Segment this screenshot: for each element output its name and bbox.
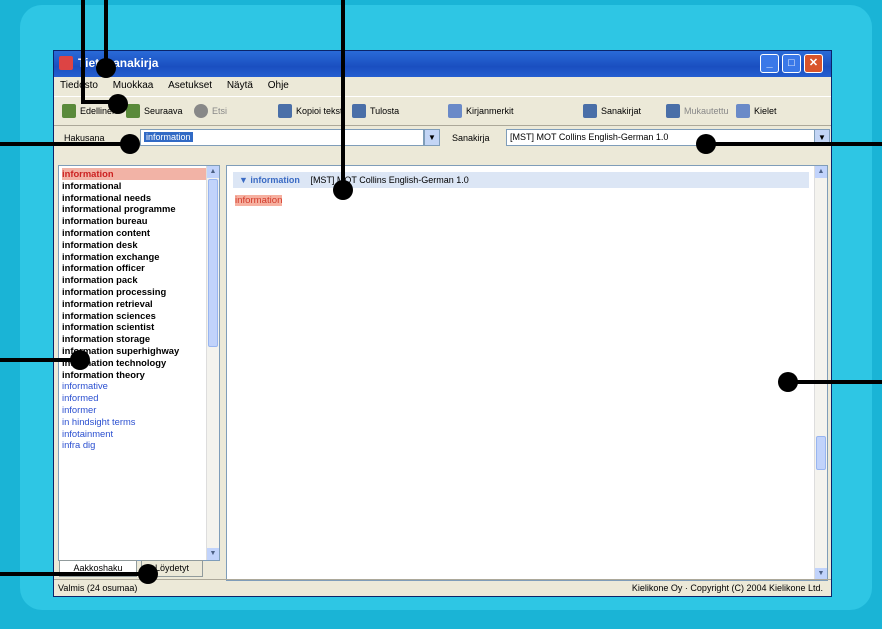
callout-line-7 (786, 380, 882, 384)
callout-dot-tabs (138, 564, 158, 584)
entry-scrollbar[interactable]: ▲ ▼ (814, 166, 827, 580)
callout-dot-toolbar (108, 94, 128, 114)
custom-icon (666, 104, 680, 118)
languages-button[interactable]: Kielet (734, 102, 777, 120)
custom-label: Mukautettu (684, 106, 729, 116)
entry-headword-text: information (250, 175, 300, 185)
callout-line-6 (0, 358, 78, 362)
toolbar: Edellinen Seuraava Etsi Kopioi teksti Tu… (54, 96, 831, 126)
menu-view[interactable]: Näytä (221, 77, 259, 94)
word-list-item[interactable]: information retrieval (62, 298, 219, 310)
copy-label: Kopioi teksti (296, 106, 345, 116)
word-list-item[interactable]: information scientist (62, 321, 219, 333)
app-icon (59, 56, 73, 70)
bookmarks-label: Kirjanmerkit (466, 106, 514, 116)
find-icon (194, 104, 208, 118)
callout-line-5 (706, 142, 882, 146)
word-list-scrollbar[interactable]: ▲ ▼ (206, 166, 219, 560)
callout-dot-menu (96, 58, 116, 78)
print-icon (352, 104, 366, 118)
word-list-item[interactable]: information officer (62, 262, 219, 274)
status-right: Kielikone Oy · Copyright (C) 2004 Kielik… (631, 583, 823, 593)
find-button[interactable]: Etsi (192, 102, 227, 120)
word-list-item[interactable]: information processing (62, 286, 219, 298)
minimize-button[interactable]: _ (760, 54, 779, 73)
forward-label: Seuraava (144, 106, 183, 116)
word-list-item[interactable]: information content (62, 227, 219, 239)
dictionary-icon (583, 104, 597, 118)
callout-line-8 (0, 572, 150, 576)
copy-icon (278, 104, 292, 118)
scroll-up-button[interactable]: ▲ (207, 166, 219, 178)
callout-dot-wordlist (70, 350, 90, 370)
headword-mark: information (235, 195, 283, 206)
bookmarks-button[interactable]: Kirjanmerkit (446, 102, 514, 120)
word-list-item[interactable]: informational needs (62, 192, 219, 204)
back-icon (62, 104, 76, 118)
dictionaries-button[interactable]: Sanakirjat (581, 102, 641, 120)
menu-bar: Tiedosto Muokkaa Asetukset Näytä Ohje (54, 77, 831, 95)
word-list-item[interactable]: information (62, 168, 219, 180)
callout-line-1 (81, 0, 85, 103)
languages-label: Kielet (754, 106, 777, 116)
word-list-item[interactable]: infra dig (62, 439, 219, 451)
callout-dot-dictionary (696, 134, 716, 154)
language-icon (736, 104, 750, 118)
print-button[interactable]: Tulosta (350, 102, 399, 120)
word-list-item[interactable]: information pack (62, 274, 219, 286)
word-list-item[interactable]: information storage (62, 333, 219, 345)
status-bar: Valmis (24 osumaa) Kielikone Oy · Copyri… (54, 579, 831, 596)
scroll-down-button[interactable]: ▼ (207, 548, 219, 560)
word-list-item[interactable]: informer (62, 404, 219, 416)
menu-settings[interactable]: Asetukset (162, 77, 218, 94)
menu-edit[interactable]: Muokkaa (107, 77, 160, 94)
print-label: Tulosta (370, 106, 400, 116)
forward-icon (126, 104, 140, 118)
menu-help[interactable]: Ohje (262, 77, 295, 94)
callout-line-2 (104, 0, 108, 66)
title-bar[interactable]: Tietosanakirja _ □ ✕ (54, 51, 831, 77)
word-list-item[interactable]: information sciences (62, 310, 219, 322)
bookmark-icon (448, 104, 462, 118)
entry-pane: ▼ information [MST] MOT Collins English-… (226, 165, 828, 581)
app-window: Tietosanakirja _ □ ✕ Tiedosto Muokkaa As… (53, 50, 832, 597)
menu-file[interactable]: Tiedosto (54, 77, 104, 94)
word-list-item[interactable]: infotainment (62, 428, 219, 440)
forward-button[interactable]: Seuraava (124, 102, 183, 120)
search-dropdown-button[interactable]: ▼ (424, 129, 440, 146)
word-list-item[interactable]: informational (62, 180, 219, 192)
copy-text-button[interactable]: Kopioi teksti (276, 102, 345, 120)
find-label: Etsi (212, 106, 228, 116)
search-input-value: information (144, 132, 193, 142)
entry-scroll-up[interactable]: ▲ (815, 166, 827, 178)
word-list-item[interactable]: informational programme (62, 203, 219, 215)
dictionaries-label: Sanakirjat (601, 106, 642, 116)
window-title: Tietosanakirja (78, 56, 159, 70)
search-input[interactable]: information (140, 129, 424, 146)
word-list-item[interactable]: information bureau (62, 215, 219, 227)
word-list-item[interactable]: information desk (62, 239, 219, 251)
status-left: Valmis (24 osumaa) (58, 583, 138, 593)
entry-text: information (235, 194, 807, 208)
word-list-item[interactable]: in hindsight terms (62, 416, 219, 428)
close-button[interactable]: ✕ (804, 54, 823, 73)
callout-line-3 (0, 142, 128, 146)
word-list-item[interactable]: informed (62, 392, 219, 404)
entry-headword: ▼ information (239, 175, 300, 185)
word-list-item[interactable]: information exchange (62, 251, 219, 263)
callout-dot-entry-header (333, 180, 353, 200)
dictionary-label: Sanakirja (452, 133, 490, 143)
callout-line-4 (341, 0, 345, 188)
word-list-item[interactable]: information theory (62, 369, 219, 381)
entry-header: ▼ information [MST] MOT Collins English-… (233, 172, 809, 188)
word-list-item[interactable]: informative (62, 380, 219, 392)
callout-dot-entry-text (778, 372, 798, 392)
scroll-thumb[interactable] (208, 179, 218, 347)
maximize-button[interactable]: □ (782, 54, 801, 73)
word-list-items: information informational informational ne… (59, 166, 219, 451)
entry-scroll-thumb[interactable] (816, 436, 826, 470)
custom-button[interactable]: Mukautettu (664, 102, 729, 120)
callout-dot-search (120, 134, 140, 154)
